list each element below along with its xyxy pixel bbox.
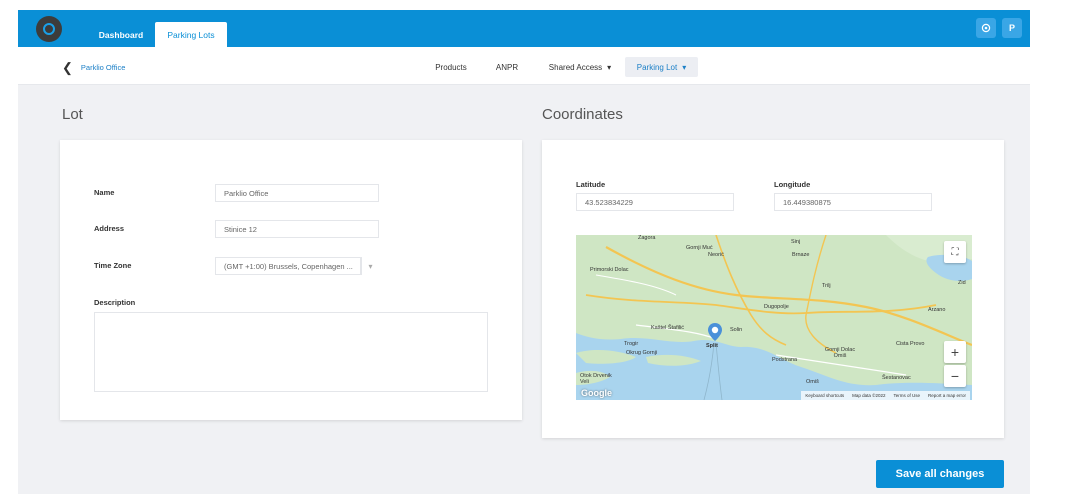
chevron-down-icon: ▾ — [607, 62, 612, 72]
map-place-label: Solin — [730, 327, 743, 333]
zoom-in-button[interactable]: + — [944, 341, 966, 363]
description-label: Description — [94, 298, 136, 307]
back-link-label: Parklio Office — [80, 63, 126, 72]
latitude-label: Latitude — [576, 180, 606, 189]
map-place-label: Otok Drvenik Veli — [580, 373, 612, 385]
back-link[interactable]: ❮ Parklio Office — [62, 61, 125, 74]
map-place-label: Podstrana — [772, 357, 798, 363]
save-all-changes-button[interactable]: Save all changes — [876, 460, 1004, 488]
map-view[interactable]: Zagora Gornji Muć Neorić Sinj Brnaze Pri… — [576, 235, 972, 400]
map-place-label: Cista Provo — [896, 341, 925, 347]
map-terms-link[interactable]: Terms of Use — [893, 393, 920, 398]
description-textarea[interactable] — [94, 312, 488, 392]
map-place-label: Zid — [958, 280, 966, 286]
map-place-label: Omiš — [806, 379, 819, 385]
map-report-link[interactable]: Report a map error — [928, 393, 966, 398]
timezone-value: (GMT +1:00) Brussels, Copenhagen ... — [215, 257, 361, 275]
map-data-label: Map data ©2022 — [852, 393, 886, 398]
app-logo-icon[interactable] — [36, 16, 62, 42]
timezone-label: Time Zone — [94, 261, 132, 270]
name-label: Name — [94, 188, 115, 197]
longitude-field[interactable]: 16.449380875 — [774, 193, 932, 211]
app-window: Dashboard Parking Lots P ❮ Parklio Offic… — [18, 10, 1030, 494]
subnav-item-shared-access[interactable]: Shared Access ▾ — [538, 57, 622, 77]
location-pin-icon[interactable] — [708, 323, 722, 346]
settings-icon[interactable] — [976, 18, 996, 38]
map-place-label: Dugopolje — [764, 304, 789, 310]
tab-parking-lots[interactable]: Parking Lots — [155, 22, 227, 47]
user-avatar[interactable]: P — [1002, 18, 1022, 38]
coordinates-card: Latitude 43.523834229 Longitude 16.44938… — [542, 140, 1004, 438]
map-place-label: Okrug Gornji — [626, 350, 658, 356]
map-place-label: Gornji Muć — [686, 245, 713, 251]
subnav-item-label: Shared Access — [548, 62, 603, 72]
map-place-label: Arzano — [928, 307, 946, 313]
map-place-label: Primorski Dolac — [590, 267, 629, 273]
zoom-out-button[interactable]: − — [944, 365, 966, 387]
sub-navigation: ❮ Parklio Office Products ANPR Shared Ac… — [18, 47, 1030, 85]
coordinates-section-title: Coordinates — [542, 106, 623, 123]
map-place-label: Sinj — [791, 239, 801, 245]
lot-section-title: Lot — [62, 106, 83, 123]
address-field[interactable]: Stinice 12 — [215, 220, 379, 238]
map-place-label: Brnaze — [792, 252, 810, 258]
address-label: Address — [94, 224, 125, 233]
map-place-label: Trilj — [822, 283, 831, 289]
map-place-label: Zagora — [638, 235, 656, 241]
subnav-item-anpr[interactable]: ANPR — [490, 57, 524, 77]
chevron-down-icon: ▾ — [361, 257, 379, 275]
lot-card: Name Parklio Office Address Stinice 12 T… — [60, 140, 522, 420]
latitude-field[interactable]: 43.523834229 — [576, 193, 734, 211]
subnav-item-products[interactable]: Products — [426, 57, 476, 77]
longitude-label: Longitude — [774, 180, 811, 189]
map-place-label: Neorić — [708, 252, 724, 258]
map-terrain — [576, 235, 972, 400]
google-logo: Google — [581, 388, 612, 398]
subnav-item-label: Parking Lot — [636, 62, 678, 72]
map-place-label: Gornji Dolac Omiš — [824, 347, 856, 359]
map-footer: Keyboard shortcuts Map data ©2022 Terms … — [801, 391, 970, 400]
map-place-label: Trogir — [624, 341, 639, 347]
map-place-label: Kaštel Štafilić — [651, 325, 685, 331]
name-field[interactable]: Parklio Office — [215, 184, 379, 202]
top-bar: Dashboard Parking Lots P — [18, 10, 1030, 47]
chevron-left-icon: ❮ — [62, 60, 73, 75]
timezone-select[interactable]: (GMT +1:00) Brussels, Copenhagen ... ▾ — [215, 257, 379, 275]
map-place-label: Šestanovac — [882, 375, 911, 381]
tab-dashboard[interactable]: Dashboard — [90, 22, 152, 47]
fullscreen-icon[interactable]: ⛶ — [944, 241, 966, 263]
chevron-down-icon: ▾ — [682, 62, 687, 72]
map-keyboard-shortcuts-link[interactable]: Keyboard shortcuts — [805, 393, 844, 398]
subnav-item-parking-lot[interactable]: Parking Lot ▾ — [625, 57, 698, 77]
